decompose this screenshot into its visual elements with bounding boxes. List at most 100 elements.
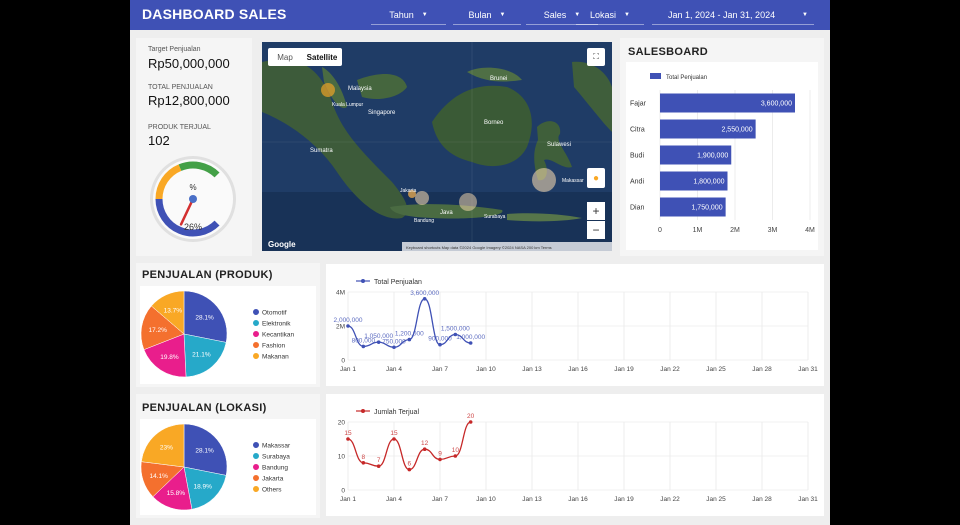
pegman-icon[interactable]: ● <box>587 168 605 188</box>
x-tick-label: Jan 28 <box>752 496 772 503</box>
map-label: Makassar <box>562 178 584 184</box>
legend-swatch <box>253 453 259 459</box>
produk-value: 102 <box>148 133 170 148</box>
legend-label: Makanan <box>262 354 289 361</box>
x-tick-label: Jan 25 <box>706 366 726 373</box>
pie-value-label: 18.9% <box>194 483 213 490</box>
x-tick-label: Jan 7 <box>432 496 448 503</box>
data-label: 10 <box>452 447 460 454</box>
filter-bulan[interactable]: Bulan ▼ <box>453 6 521 25</box>
page-title: DASHBOARD SALES <box>142 6 287 22</box>
map-marker <box>321 83 335 97</box>
legend-label: Bandung <box>262 465 288 472</box>
x-tick-label: Jan 13 <box>522 366 542 373</box>
legend-swatch <box>650 73 661 79</box>
bar-value-label: 1,900,000 <box>697 153 728 160</box>
legend-label: Kecantikan <box>262 332 295 339</box>
filter-lokasi[interactable]: Lokasi ▼ <box>576 6 644 25</box>
legend-swatch <box>253 320 259 326</box>
total-label: TOTAL PENJUALAN <box>148 84 213 91</box>
map-marker <box>532 168 556 192</box>
gauge-hub <box>189 195 197 203</box>
y-tick-label: 10 <box>338 454 346 461</box>
data-label: 8 <box>362 454 366 461</box>
map-label: Malaysia <box>348 86 372 92</box>
category-label: Citra <box>630 127 645 134</box>
data-point <box>453 454 458 458</box>
data-label: 3,600,000 <box>410 290 439 297</box>
terjual-line-card: Jumlah Terjual Jan 1 Jan 4 Jan 7 Jan 10 Jan 1… <box>326 394 824 516</box>
map-panel[interactable]: Malaysia Singapore Brunei Borneo Sumatra… <box>262 42 612 251</box>
map-label: Surabaya <box>484 214 506 220</box>
filter-sales-label: Sales <box>543 10 567 20</box>
header-bar: DASHBOARD SALES Tahun ▼ Bulan ▼ Sales ▼ Lok… <box>130 0 830 30</box>
lokasi-title: PENJUALAN (LOKASI) <box>142 402 267 414</box>
legend-swatch <box>253 331 259 337</box>
data-label: 20 <box>467 413 475 420</box>
data-label: 1,200,000 <box>395 331 424 338</box>
data-point <box>438 457 442 462</box>
person-icon: ● <box>592 172 600 184</box>
data-point <box>422 297 427 301</box>
legend-label: Fashion <box>262 343 286 350</box>
map-label: Kuala Lumpur <box>332 102 363 108</box>
data-label: 15 <box>390 430 398 437</box>
x-tick-label: Jan 7 <box>432 366 448 373</box>
legend-label: Others <box>262 487 282 494</box>
data-point <box>361 461 366 465</box>
x-tick-label: 1M <box>693 227 703 234</box>
salesboard-title: SALESBOARD <box>628 46 709 58</box>
y-tick-label: 2M <box>336 324 345 331</box>
x-tick-label: Jan 16 <box>568 366 588 373</box>
x-tick-label: Jan 4 <box>386 366 402 373</box>
map-marker <box>415 191 429 205</box>
tab-map[interactable]: Map <box>268 48 302 66</box>
data-point <box>468 341 473 345</box>
y-tick-label: 0 <box>341 358 345 365</box>
lokasi-pie-chart: 28.1% 18.9% 15.8% 14.1% 23% Makassar Surabaya B… <box>140 423 291 511</box>
legend-label: Jakarta <box>262 476 284 483</box>
data-label: 9 <box>438 450 442 457</box>
data-point <box>422 447 427 451</box>
lokasi-chart-card: 28.1% 18.9% 15.8% 14.1% 23% Makassar Surabaya B… <box>140 419 316 515</box>
date-range-picker[interactable]: Jan 1, 2024 - Jan 31, 2024 ▼ <box>652 6 814 25</box>
filter-tahun-label: Tahun <box>389 10 414 20</box>
data-point <box>392 345 396 350</box>
chevron-down-icon: ▼ <box>802 12 808 18</box>
data-point <box>407 337 412 342</box>
x-tick-label: Jan 28 <box>752 366 772 373</box>
legend-label: Elektronik <box>262 321 291 328</box>
zoom-in-button[interactable]: + <box>587 202 605 220</box>
filter-bulan-label: Bulan <box>468 10 492 20</box>
legend-label: Surabaya <box>262 454 290 461</box>
pie-value-label: 21.1% <box>192 352 211 359</box>
x-tick-label: Jan 25 <box>706 496 726 503</box>
legend-swatch-dot <box>361 409 365 413</box>
x-tick-label: Jan 16 <box>568 496 588 503</box>
data-label: 1,000,000 <box>456 334 485 341</box>
x-tick-label: Jan 31 <box>798 366 818 373</box>
target-value: Rp50,000,000 <box>148 56 230 71</box>
salesboard-bar-chart: Total Penjualan 0 1M 2M 3M 4M Fajar 3,600,000 Ci… <box>630 73 815 234</box>
y-tick-label: 0 <box>341 488 345 495</box>
data-label: 750,000 <box>382 338 406 345</box>
data-label: 1,500,000 <box>441 326 470 333</box>
tab-satellite[interactable]: Satellite <box>302 48 342 66</box>
category-label: Andi <box>630 179 644 186</box>
legend-label: Otomotif <box>262 310 287 317</box>
fullscreen-icon[interactable]: ⛶ <box>587 48 605 66</box>
filter-tahun[interactable]: Tahun ▼ <box>371 6 446 25</box>
google-logo: Google <box>268 240 296 249</box>
legend-swatch <box>253 353 259 359</box>
gauge-value: 26% <box>184 222 202 232</box>
pie-value-label: 23% <box>160 445 173 452</box>
x-tick-label: 2M <box>730 227 740 234</box>
satellite-map[interactable]: Malaysia Singapore Brunei Borneo Sumatra… <box>262 42 612 251</box>
data-label: 12 <box>421 440 429 447</box>
gauge-symbol: % <box>189 183 196 192</box>
map-label: Bandung <box>414 218 434 224</box>
chevron-down-icon: ▼ <box>624 12 630 18</box>
x-tick-label: 0 <box>658 227 662 234</box>
zoom-out-button[interactable]: − <box>587 221 605 239</box>
category-label: Budi <box>630 153 644 160</box>
